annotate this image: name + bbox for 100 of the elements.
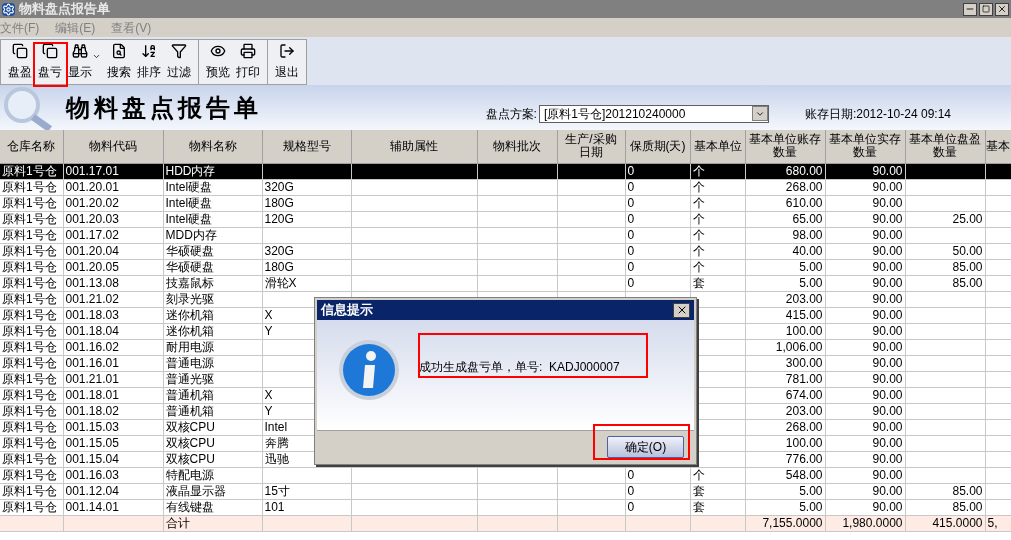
table-cell: 0 <box>627 163 635 178</box>
table-cell: 原料1号仓 <box>2 355 57 370</box>
table-cell: 普通机箱 <box>165 387 214 402</box>
toolbar-button[interactable]: 搜索 <box>104 40 134 84</box>
close-button[interactable] <box>995 2 1009 16</box>
table-cell: 0 <box>627 499 635 514</box>
table-cell: 0 <box>627 467 635 482</box>
table-cell: 50.00 <box>952 243 983 258</box>
table-cell: 776.00 <box>785 451 823 466</box>
table-cell: 90.00 <box>872 179 903 194</box>
table-cell: 001.15.05 <box>65 435 119 450</box>
table-cell: 0 <box>627 179 635 194</box>
toolbar-button[interactable]: 预览 <box>203 40 233 84</box>
table-cell: 90.00 <box>872 259 903 274</box>
table-cell: 原料1号仓 <box>2 195 57 210</box>
table-cell: 548.00 <box>785 467 823 482</box>
column-header[interactable]: 保质期(天) <box>625 130 690 163</box>
table-cell: 原料1号仓 <box>2 451 57 466</box>
table-cell: Intel硬盘 <box>165 179 213 194</box>
table-cell: Y <box>264 323 273 338</box>
column-header[interactable]: 基本单位账存数量 <box>745 130 825 163</box>
table-cell: 原料1号仓 <box>2 403 57 418</box>
column-header[interactable]: 规格型号 <box>262 130 351 163</box>
table-cell: 原料1号仓 <box>2 387 57 402</box>
toolbar-button[interactable]: 退出 <box>272 40 302 84</box>
table-cell: 001.13.08 <box>65 275 119 290</box>
table-cell: Y <box>264 403 273 418</box>
table-cell: 90.00 <box>872 483 903 498</box>
table-cell: 原料1号仓 <box>2 275 57 290</box>
toolbar-button[interactable]: 过滤 <box>164 40 194 84</box>
table-cell: 300.00 <box>785 355 823 370</box>
column-header[interactable]: 辅助属性 <box>351 130 477 163</box>
toolbar-button[interactable]: 盘亏 <box>35 40 65 84</box>
table-cell: 双核CPU <box>165 435 215 450</box>
table-cell: 液晶显示器 <box>165 483 226 498</box>
exit-icon <box>279 43 295 59</box>
table-cell: 套 <box>692 483 705 498</box>
table-cell: 001.16.01 <box>65 355 119 370</box>
table-cell: 0 <box>627 243 635 258</box>
table-cell: 双核CPU <box>165 419 215 434</box>
table-cell: 001.12.04 <box>65 483 119 498</box>
column-header[interactable]: 基本单位实存数量 <box>825 130 905 163</box>
table-cell: 320G <box>264 179 294 194</box>
column-header[interactable]: 仓库名称 <box>0 130 63 163</box>
column-header[interactable]: 物料批次 <box>477 130 557 163</box>
table-cell: 0 <box>627 483 635 498</box>
column-header[interactable]: 生产/采购日期 <box>557 130 625 163</box>
table-cell: 90.00 <box>872 467 903 482</box>
table-cell: 90.00 <box>872 275 903 290</box>
table-cell: 原料1号仓 <box>2 211 57 226</box>
table-cell: 90.00 <box>872 227 903 242</box>
table-cell: 90.00 <box>872 243 903 258</box>
table-cell: 680.00 <box>785 163 823 178</box>
table-cell: 耐用电源 <box>165 339 214 354</box>
table-cell: 90.00 <box>872 403 903 418</box>
table-cell: 1,006.00 <box>775 339 823 354</box>
table-cell: 5.00 <box>799 499 823 514</box>
minimize-button[interactable] <box>963 2 977 16</box>
table-cell: Intel硬盘 <box>165 195 213 210</box>
table-cell: 刻录光驱 <box>165 291 214 306</box>
toolbar-button[interactable]: 排序 <box>134 40 164 84</box>
table-cell: 001.20.02 <box>65 195 119 210</box>
table-cell: 90.00 <box>872 435 903 450</box>
table-cell: 120G <box>264 211 294 226</box>
close-button[interactable] <box>673 302 690 318</box>
table-cell: 320G <box>264 243 294 258</box>
table-cell: 65.00 <box>792 211 823 226</box>
table-cell: 203.00 <box>785 403 823 418</box>
toolbar-button[interactable]: 盘盈 <box>5 40 35 84</box>
pages-icon <box>42 43 58 59</box>
table-cell: 普通机箱 <box>165 403 214 418</box>
table-cell: 0 <box>627 227 635 242</box>
toolbar-button[interactable]: 打印 <box>233 40 263 84</box>
column-header[interactable]: 基本单位 <box>690 130 745 163</box>
table-cell: 合计 <box>165 515 190 530</box>
table-cell: 781.00 <box>785 371 823 386</box>
stock-date: 账存日期:2012-10-24 09:14 <box>804 105 951 123</box>
table-cell: 90.00 <box>872 339 903 354</box>
table-cell: 原料1号仓 <box>2 179 57 194</box>
table-cell: 0 <box>627 211 635 226</box>
column-header[interactable]: 基本 <box>985 130 1011 163</box>
restore-button[interactable] <box>979 2 993 16</box>
ok-button[interactable]: 确定(O) <box>607 435 684 458</box>
table-cell: 001.15.04 <box>65 451 119 466</box>
filter-icon <box>171 43 187 59</box>
table-cell: 674.00 <box>785 387 823 402</box>
toolbar-button[interactable]: 显示 <box>65 40 104 84</box>
column-header[interactable]: 基本单位盘盈数量 <box>905 130 985 163</box>
table-cell: 原料1号仓 <box>2 259 57 274</box>
table-cell: 0 <box>627 275 635 290</box>
column-header[interactable]: 物料名称 <box>163 130 262 163</box>
plan-label: 盘点方案: <box>485 105 537 123</box>
table-cell: 原料1号仓 <box>2 323 57 338</box>
restore-icon <box>982 5 990 13</box>
table-cell: 25.00 <box>952 211 983 226</box>
table-cell: 双核CPU <box>165 451 215 466</box>
table-cell: 普通光驱 <box>165 371 214 386</box>
plan-dropdown[interactable]: [原料1号仓]201210240000 <box>538 104 769 123</box>
column-header[interactable]: 物料代码 <box>63 130 163 163</box>
table-cell: 滑轮X <box>264 275 297 290</box>
